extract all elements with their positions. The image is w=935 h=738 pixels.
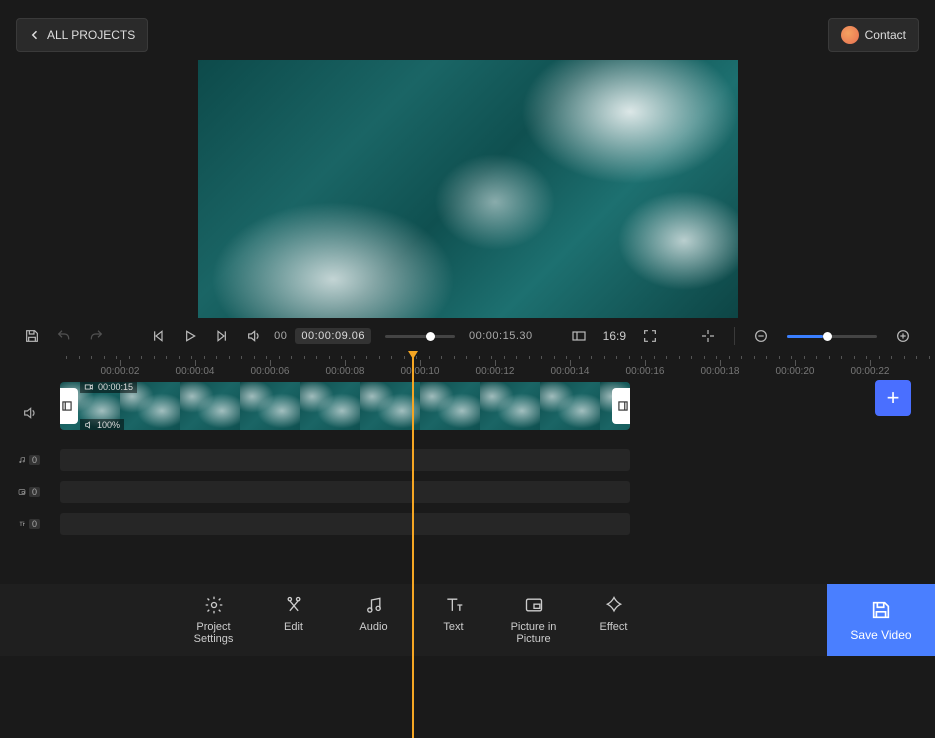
audio-track-count: 0: [29, 455, 40, 465]
pip-button[interactable]: Picture in Picture: [509, 595, 559, 645]
control-bar: 00 00:00:09.06 00:00:15.30 16:9: [0, 318, 935, 354]
ruler-label: 00:00:12: [476, 366, 515, 377]
all-projects-label: ALL PROJECTS: [47, 28, 135, 42]
volume-small-icon: [84, 420, 94, 430]
text-track-count: 0: [29, 519, 40, 529]
total-time: 00:00:15.30: [469, 330, 533, 342]
redo-button[interactable]: [84, 324, 108, 348]
ruler-label: 00:00:04: [176, 366, 215, 377]
contact-label: Contact: [865, 28, 906, 42]
video-clip[interactable]: 00:00:15 100%: [60, 382, 630, 430]
save-video-button[interactable]: Save Video: [827, 584, 935, 656]
contact-avatar-icon: [841, 26, 859, 44]
video-preview[interactable]: [198, 60, 738, 318]
current-time[interactable]: 00:00:09.06: [295, 328, 371, 344]
chevron-left-icon: [29, 29, 41, 41]
aspect-ratio-label: 16:9: [603, 329, 626, 343]
text-button[interactable]: Text: [429, 595, 479, 645]
video-track: 00:00:15 100% +: [60, 380, 935, 432]
ruler-label: 00:00:16: [626, 366, 665, 377]
play-button[interactable]: [178, 324, 202, 348]
aspect-ratio-button[interactable]: [567, 324, 591, 348]
scrub-slider[interactable]: [385, 335, 455, 338]
timeline-ruler[interactable]: 00:00:02 00:00:04 00:00:06 00:00:08 00:00:10…: [0, 354, 935, 380]
clip-handle-left[interactable]: [60, 388, 78, 424]
fullscreen-button[interactable]: [638, 324, 662, 348]
ruler-label: 00:00:22: [851, 366, 890, 377]
ruler-label: 00:00:18: [701, 366, 740, 377]
clip-handle-right[interactable]: [612, 388, 630, 424]
pip-track[interactable]: 0: [60, 478, 935, 506]
time-prefix: 00: [274, 330, 287, 342]
save-video-label: Save Video: [850, 628, 911, 642]
camera-icon: [84, 382, 94, 392]
ruler-label: 00:00:06: [251, 366, 290, 377]
text-icon: [18, 517, 26, 531]
edit-button[interactable]: Edit: [269, 595, 319, 645]
audio-track[interactable]: 0: [60, 446, 935, 474]
timeline: 00:00:15 100% + 0 0: [0, 380, 935, 538]
save-project-icon[interactable]: [20, 324, 44, 348]
zoom-in-button[interactable]: [891, 324, 915, 348]
ruler-label: 00:00:02: [101, 366, 140, 377]
music-icon: [18, 453, 26, 467]
pip-label: Picture in Picture: [511, 621, 557, 645]
effect-label: Effect: [600, 621, 628, 633]
bottom-toolbar: Project Settings Edit Audio Text Picture…: [0, 584, 935, 656]
text-label: Text: [443, 621, 463, 633]
zoom-slider[interactable]: [787, 335, 877, 338]
zoom-out-button[interactable]: [749, 324, 773, 348]
playhead[interactable]: [412, 354, 414, 738]
ruler-label: 00:00:14: [551, 366, 590, 377]
contact-button[interactable]: Contact: [828, 18, 919, 52]
volume-button[interactable]: [242, 324, 266, 348]
prev-frame-button[interactable]: [146, 324, 170, 348]
project-settings-button[interactable]: Project Settings: [189, 595, 239, 645]
project-settings-label: Project Settings: [194, 621, 234, 645]
all-projects-button[interactable]: ALL PROJECTS: [16, 18, 148, 52]
text-track[interactable]: 0: [60, 510, 935, 538]
clip-duration-label: 00:00:15: [98, 382, 133, 392]
pip-icon: [18, 485, 26, 499]
preview-area: [0, 60, 935, 318]
audio-button[interactable]: Audio: [349, 595, 399, 645]
clip-volume-label: 100%: [97, 420, 120, 430]
next-frame-button[interactable]: [210, 324, 234, 348]
ruler-label: 00:00:08: [326, 366, 365, 377]
add-media-button[interactable]: +: [875, 380, 911, 416]
audio-label: Audio: [359, 621, 387, 633]
pip-track-count: 0: [29, 487, 40, 497]
ruler-label: 00:00:10: [401, 366, 440, 377]
effect-button[interactable]: Effect: [589, 595, 639, 645]
edit-label: Edit: [284, 621, 303, 633]
snap-button[interactable]: [696, 324, 720, 348]
ruler-label: 00:00:20: [776, 366, 815, 377]
undo-button[interactable]: [52, 324, 76, 348]
